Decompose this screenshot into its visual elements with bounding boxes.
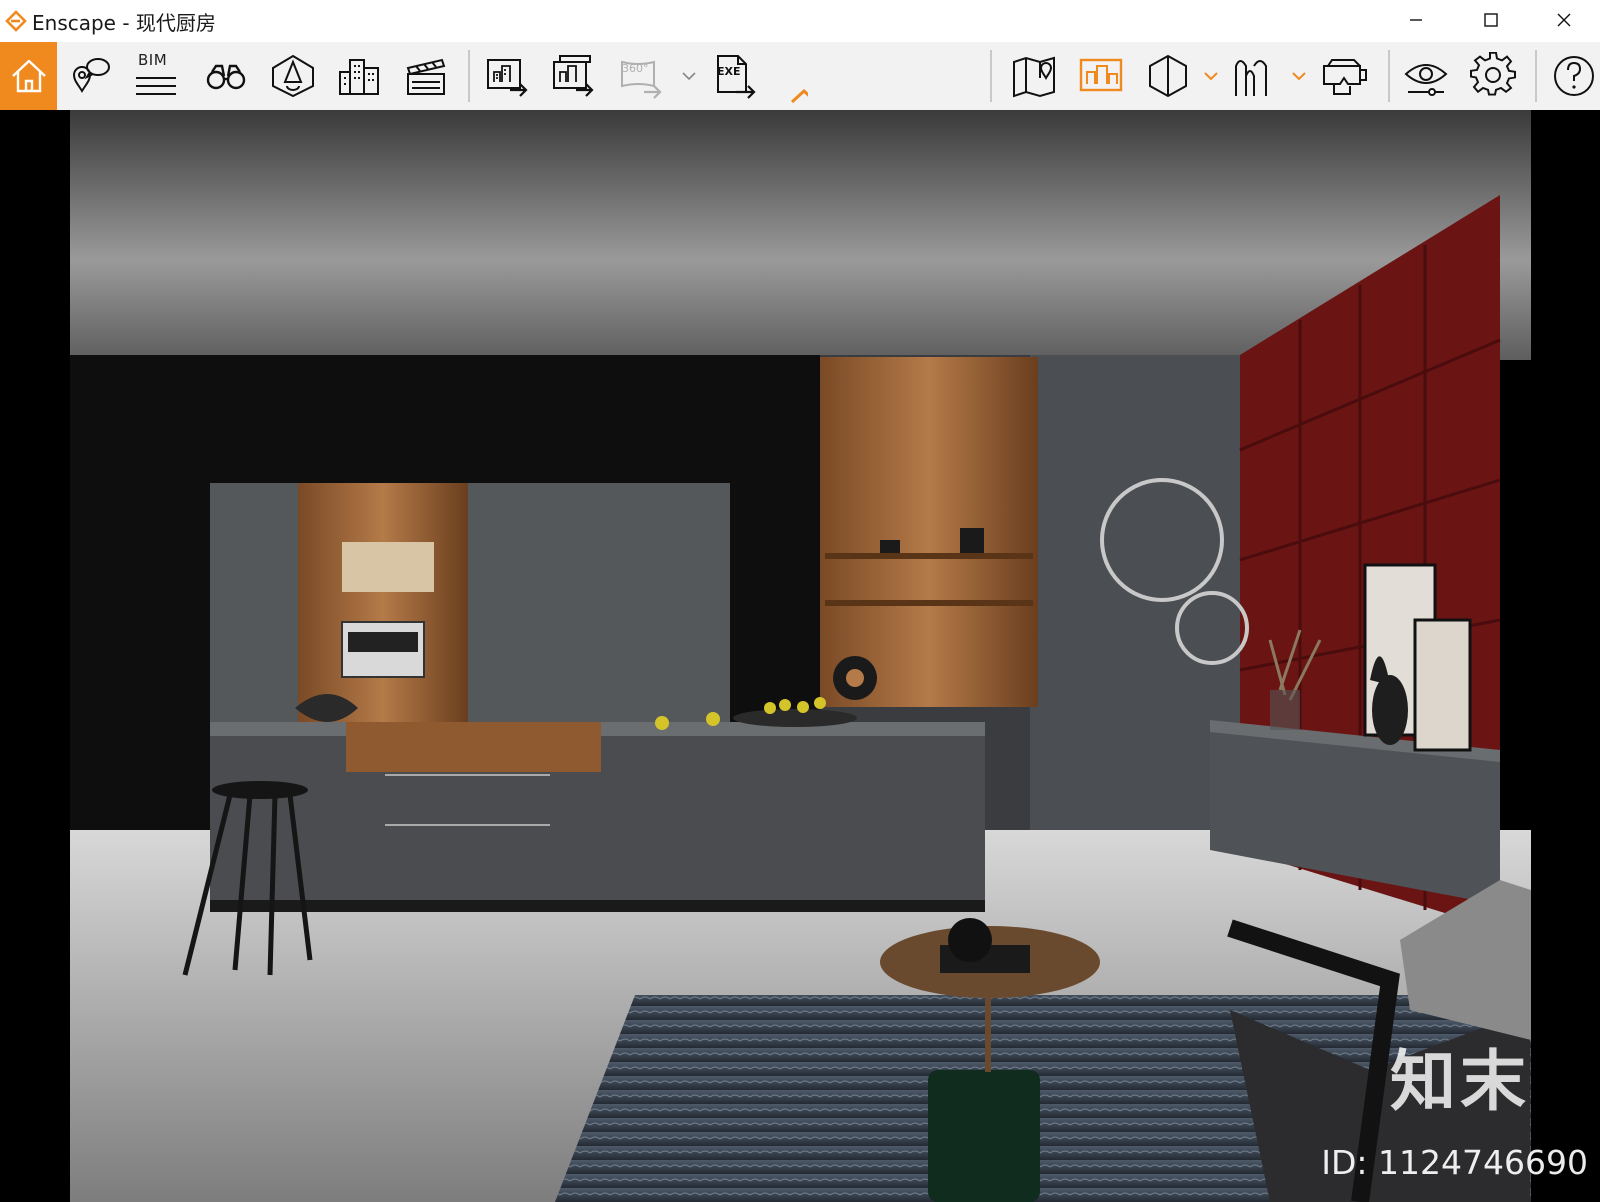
video-editor-button[interactable] [398,48,454,104]
buildings-icon [339,59,379,95]
watermark-brand: 知末 [1390,1043,1530,1120]
vr-headset-button[interactable] [1316,48,1372,104]
exe-label: EXE [717,65,741,78]
toolbar-divider [1535,50,1537,102]
panorama-export-icon [621,60,662,99]
window-title: Enscape - 现代厨房 [32,11,216,35]
maximize-button[interactable] [1455,0,1527,40]
collapse-toolbar-button[interactable] [790,86,808,106]
binoculars-icon [206,64,246,90]
chevron-down-icon [1292,72,1306,81]
home-icon [11,59,46,93]
close-icon [1557,13,1571,27]
bim-button[interactable]: BIM [130,48,186,104]
title-bar: Enscape - 现代厨房 [0,0,1600,42]
material-dropdown[interactable] [1290,66,1308,86]
views-manager-button[interactable] [1073,48,1129,104]
panorama-button[interactable]: 360° [614,48,670,104]
orthographic-button[interactable] [265,48,321,104]
material-editor-button[interactable] [1226,48,1282,104]
visibility-eye-icon [1404,64,1448,96]
panorama-dropdown[interactable] [680,66,698,86]
screenshot-export-icon [487,59,528,97]
location-pin-icon [72,58,110,93]
visibility-button[interactable] [1398,48,1454,104]
section-button[interactable] [1140,48,1196,104]
orthographic-view-icon [272,54,314,98]
close-button[interactable] [1528,0,1600,40]
views-manager-icon [1079,58,1123,92]
settings-gear-icon [1470,52,1516,96]
help-button[interactable] [1546,48,1600,104]
map-button[interactable] [1006,48,1062,104]
enscape-logo-icon [5,10,27,32]
render-viewport[interactable]: 知末 ID: 1124746690 [0,110,1600,1202]
panorama-label: 360° [622,62,649,75]
home-button[interactable] [0,42,57,110]
vr-headset-icon [1323,59,1367,95]
toolbar-divider [1388,50,1390,102]
buildings-button[interactable] [332,48,388,104]
pin-chat-button[interactable] [63,48,119,104]
help-icon [1554,56,1594,96]
minimize-icon [1410,19,1422,21]
watermark-id: ID: 1124746690 [1321,1143,1588,1182]
minimize-button[interactable] [1380,0,1452,40]
kitchen-render-image [70,110,1531,1202]
chevron-down-icon [1204,72,1218,81]
settings-button[interactable] [1465,48,1521,104]
section-dropdown[interactable] [1202,66,1220,86]
toolbar-divider [468,50,470,102]
batch-render-button[interactable] [546,48,602,104]
bim-label: BIM [138,51,168,69]
walk-mode-button[interactable] [198,48,254,104]
material-editor-icon [1235,60,1267,96]
clapperboard-icon [406,58,446,95]
collapse-toolbar-icon [790,88,808,104]
map-icon [1013,56,1055,98]
batch-render-export-icon [553,55,594,97]
toolbar: BIM 360° EXE [0,42,1600,110]
render-image-button[interactable] [480,48,536,104]
section-cube-icon [1149,54,1187,98]
export-exe-button[interactable]: EXE [708,48,764,104]
toolbar-divider [990,50,992,102]
maximize-icon [1484,13,1498,27]
chevron-down-icon [682,72,696,81]
